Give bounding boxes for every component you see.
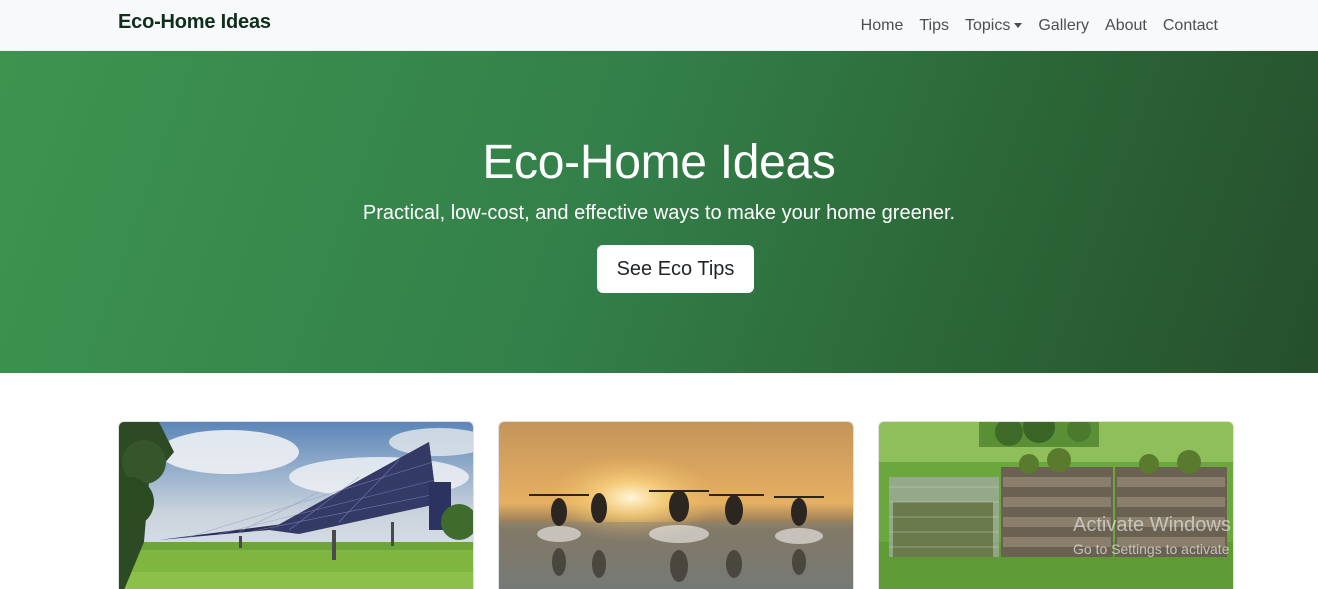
brand-link[interactable]: Eco-Home Ideas bbox=[118, 11, 271, 34]
nav-topics-label: Topics bbox=[965, 16, 1011, 34]
solar-panels-image bbox=[119, 422, 473, 589]
hero-title: Eco-Home Ideas bbox=[482, 136, 836, 189]
card-compost-bins[interactable] bbox=[878, 421, 1234, 589]
nav-topics-dropdown[interactable]: Topics bbox=[957, 0, 1030, 51]
hero-section: Eco-Home Ideas Practical, low-cost, and … bbox=[0, 51, 1318, 373]
navbar: Eco-Home Ideas Home Tips Topics Gallery … bbox=[0, 0, 1318, 51]
activate-windows-subtitle: Go to Settings to activate Windows. bbox=[1073, 541, 1294, 557]
nav-contact[interactable]: Contact bbox=[1155, 0, 1226, 51]
nav-home[interactable]: Home bbox=[853, 0, 912, 51]
see-eco-tips-button[interactable]: See Eco Tips bbox=[597, 245, 754, 293]
activate-windows-title: Activate Windows bbox=[1073, 514, 1231, 536]
salt-field-image bbox=[499, 422, 853, 589]
card-salt-field[interactable] bbox=[498, 421, 854, 589]
nav-links: Home Tips Topics Gallery About Contact bbox=[853, 0, 1226, 51]
hero-subtitle: Practical, low-cost, and effective ways … bbox=[362, 202, 956, 224]
compost-bins-image bbox=[879, 422, 1233, 589]
nav-about[interactable]: About bbox=[1097, 0, 1155, 51]
nav-tips[interactable]: Tips bbox=[911, 0, 957, 51]
nav-gallery[interactable]: Gallery bbox=[1030, 0, 1097, 51]
card-solar-panels[interactable] bbox=[118, 421, 474, 589]
caret-down-icon bbox=[1014, 23, 1023, 28]
